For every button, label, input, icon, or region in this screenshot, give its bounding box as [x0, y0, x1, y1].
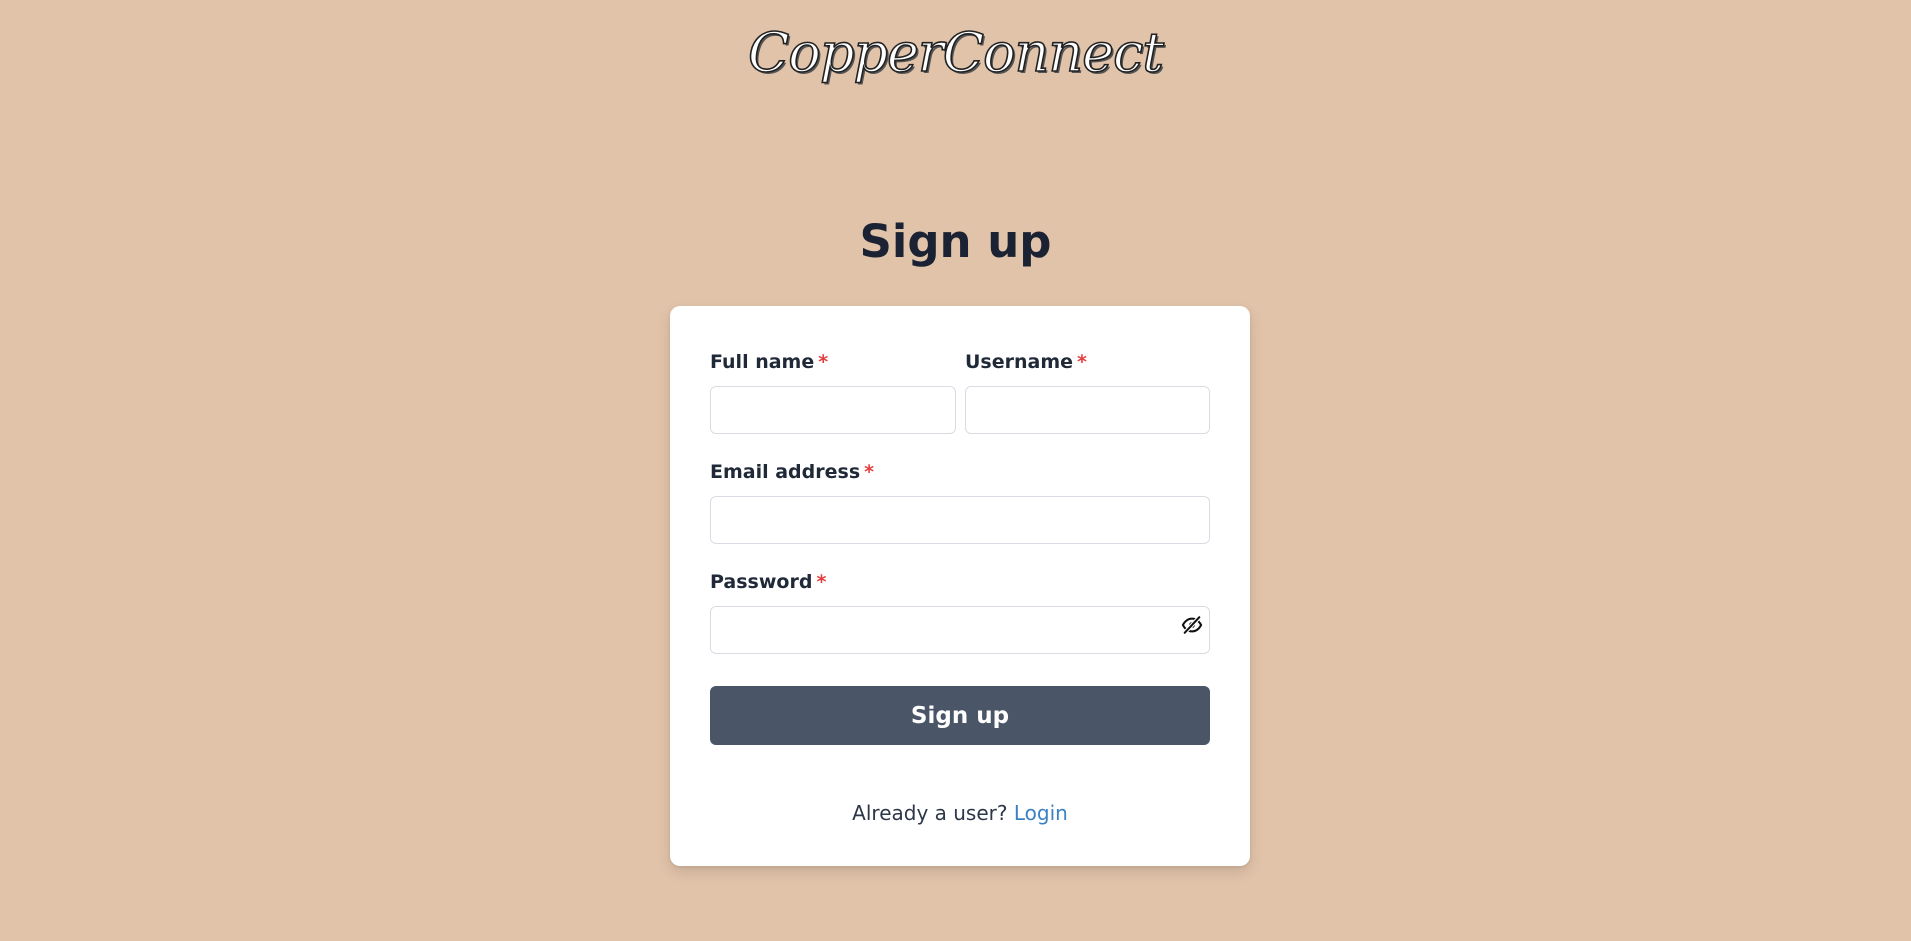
sign-up-button[interactable]: Sign up — [710, 686, 1210, 745]
login-prompt: Already a user? Login — [670, 800, 1250, 826]
login-link[interactable]: Login — [1014, 801, 1068, 825]
required-marker: * — [864, 461, 875, 483]
email-label: Email address * — [710, 460, 874, 484]
username-label: Username * — [965, 350, 1087, 374]
toggle-password-visibility-button[interactable] — [1174, 607, 1210, 643]
email-input[interactable] — [710, 496, 1210, 544]
full-name-label: Full name * — [710, 350, 828, 374]
password-label: Password * — [710, 570, 826, 594]
username-input[interactable] — [965, 386, 1210, 434]
email-label-text: Email address — [710, 461, 861, 483]
full-name-label-text: Full name — [710, 351, 815, 373]
username-label-text: Username — [965, 351, 1074, 373]
password-label-text: Password — [710, 571, 813, 593]
brand-logo: CopperConnect — [747, 20, 1165, 85]
full-name-input[interactable] — [710, 386, 956, 434]
required-marker: * — [816, 571, 827, 593]
required-marker: * — [1077, 351, 1087, 373]
page-title: Sign up — [859, 215, 1052, 268]
signup-card: Full name * Username * Email address * Pass… — [670, 306, 1250, 866]
required-marker: * — [818, 351, 829, 373]
eye-off-icon — [1181, 615, 1203, 635]
password-input[interactable] — [710, 606, 1210, 654]
login-prompt-text: Already a user? — [852, 801, 1008, 825]
